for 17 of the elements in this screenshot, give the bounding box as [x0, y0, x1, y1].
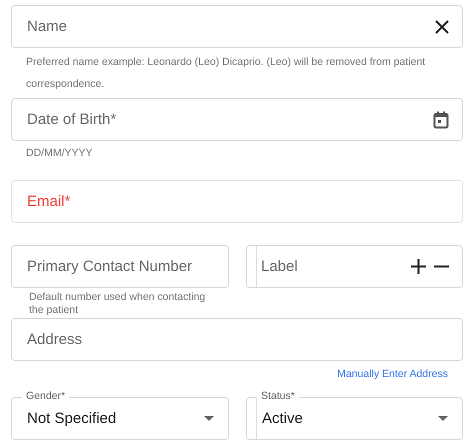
phone-field[interactable]: Primary Contact Number — [11, 245, 229, 288]
email-field[interactable]: Email* — [11, 180, 463, 223]
close-icon[interactable] — [435, 20, 449, 34]
manual-address-link[interactable]: Manually Enter Address — [337, 368, 448, 380]
label-field[interactable]: Label — [246, 245, 463, 288]
date-field[interactable]: Date of Birth* — [11, 98, 463, 141]
helper-text: Preferred name example: Leonardo (Leo) Dicaprio. (Leo) will be removed from patient correspondence. — [26, 55, 426, 92]
calendar-icon[interactable] — [433, 110, 449, 128]
helper-text: DD/MM/YYYY — [26, 146, 94, 161]
plus-icon[interactable] — [411, 259, 426, 274]
helper-text: Default number used when contacting the patient — [29, 291, 206, 317]
caret-icon — [204, 416, 214, 421]
select-value: Not Specified — [27, 410, 118, 427]
address-field[interactable]: Address — [11, 318, 463, 361]
name-field[interactable]: Name — [11, 5, 463, 48]
select-value: Active — [262, 410, 304, 427]
caret-icon — [438, 416, 448, 421]
